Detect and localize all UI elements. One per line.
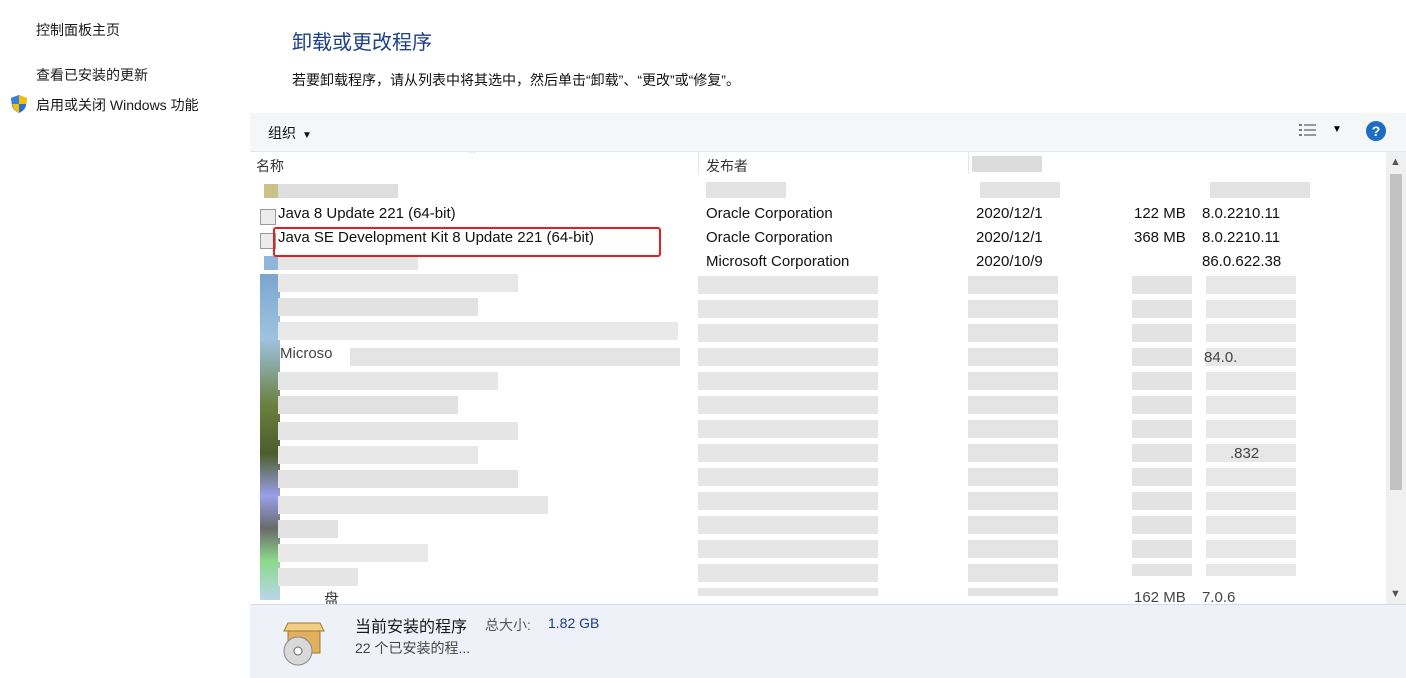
sidebar-link-view-installed-updates[interactable]: 查看已安装的更新 xyxy=(36,65,148,85)
view-options-chevron-icon[interactable]: ▼ xyxy=(1332,124,1342,135)
redacted-block xyxy=(278,322,678,340)
sidebar-link-windows-features[interactable]: 启用或关闭 Windows 功能 xyxy=(36,95,199,115)
redacted-block xyxy=(278,396,458,414)
redacted-block xyxy=(278,470,518,488)
sort-ascending-icon: ^ xyxy=(470,152,475,159)
view-details-icon[interactable] xyxy=(1298,122,1322,142)
uac-shield-icon xyxy=(9,94,29,114)
program-install-date: 2020/12/1 xyxy=(976,205,1043,222)
redacted-icon xyxy=(264,184,278,198)
redacted-block xyxy=(698,276,878,596)
redacted-block xyxy=(278,520,338,538)
partial-text: .832 xyxy=(1230,445,1260,462)
column-header-name[interactable]: 名称 xyxy=(256,156,284,176)
chevron-down-icon: ▼ xyxy=(302,130,312,141)
redacted-block xyxy=(278,372,498,390)
redacted-block xyxy=(968,276,1058,596)
redacted-block xyxy=(350,348,680,366)
redacted-block xyxy=(278,256,418,270)
redacted-block xyxy=(278,446,478,464)
installed-programs-icon xyxy=(278,617,330,669)
program-install-date: 2020/10/9 xyxy=(976,253,1043,270)
status-title: 当前安装的程序 xyxy=(355,619,468,636)
vertical-scrollbar[interactable]: ▲ ▼ xyxy=(1386,152,1406,604)
page-title: 卸载或更改程序 xyxy=(292,32,432,54)
scroll-up-icon[interactable]: ▲ xyxy=(1390,156,1401,168)
toolbar: 组织 ▼ ▼ ? xyxy=(250,113,1406,152)
program-size: 368 MB xyxy=(1134,229,1186,246)
redacted-block xyxy=(1210,182,1310,198)
program-install-date: 2020/12/1 xyxy=(976,229,1043,246)
status-panel: 当前安装的程序 总大小: 1.82 GB 22 个已安装的程... xyxy=(250,604,1406,678)
redacted-block xyxy=(1206,276,1296,576)
program-version: 86.0.622.38 xyxy=(1202,253,1282,270)
redacted-block xyxy=(980,182,1060,198)
partial-text: 盘 xyxy=(324,591,340,604)
program-version: 8.0.2210.11 xyxy=(1202,205,1281,222)
program-name[interactable]: Java 8 Update 221 (64-bit) xyxy=(278,205,456,222)
redacted-block xyxy=(278,568,358,586)
partial-text: 7.0.6 xyxy=(1202,589,1236,604)
redacted-block xyxy=(706,182,786,198)
sidebar-link-control-panel-home[interactable]: 控制面板主页 xyxy=(36,20,120,40)
organize-label: 组织 xyxy=(268,125,296,141)
column-divider[interactable] xyxy=(698,152,699,174)
program-size: 122 MB xyxy=(1134,205,1186,222)
programs-list: ^ 名称 发布者 Java 8 Update 221 (64-bit) Orac… xyxy=(250,152,1386,604)
redacted-block xyxy=(278,422,518,440)
column-header-publisher[interactable]: 发布者 xyxy=(706,156,748,176)
organize-menu-button[interactable]: 组织 ▼ xyxy=(268,123,312,143)
program-publisher: Oracle Corporation xyxy=(706,205,833,222)
help-button[interactable]: ? xyxy=(1366,121,1386,141)
total-size-label: 总大小: xyxy=(485,617,531,633)
java-icon xyxy=(260,209,276,225)
redacted-block xyxy=(278,496,548,514)
installed-count: 22 个已安装的程... xyxy=(355,640,471,656)
page-description: 若要卸载程序，请从列表中将其选中，然后单击“卸载”、“更改”或“修复”。 xyxy=(292,72,740,88)
redacted-block xyxy=(278,298,478,316)
redacted-icon xyxy=(264,256,278,270)
highlight-box xyxy=(273,227,661,257)
redacted-block xyxy=(278,544,428,562)
redacted-block xyxy=(278,184,398,198)
total-size-value: 1.82 GB xyxy=(548,615,600,631)
program-version: 8.0.2210.11 xyxy=(1202,229,1281,246)
redacted-block xyxy=(278,274,518,292)
program-publisher: Oracle Corporation xyxy=(706,229,833,246)
scrollbar-thumb[interactable] xyxy=(1390,174,1402,490)
partial-text: Microso xyxy=(280,345,333,362)
scroll-down-icon[interactable]: ▼ xyxy=(1390,588,1401,600)
partial-text: 84.0. xyxy=(1204,349,1238,366)
redacted-icons xyxy=(260,274,280,600)
partial-text: 162 MB xyxy=(1134,589,1186,604)
redacted-block xyxy=(1132,276,1192,576)
program-publisher: Microsoft Corporation xyxy=(706,253,850,270)
redacted-header xyxy=(972,156,1042,172)
column-divider[interactable] xyxy=(968,152,969,174)
